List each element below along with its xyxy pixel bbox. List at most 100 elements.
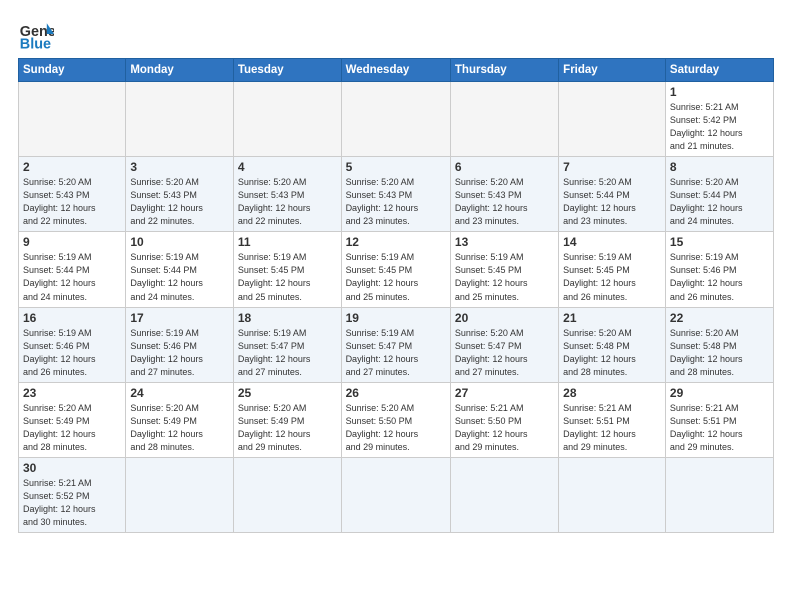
calendar-cell: 14Sunrise: 5:19 AM Sunset: 5:45 PM Dayli… bbox=[559, 232, 666, 307]
day-info: Sunrise: 5:20 AM Sunset: 5:49 PM Dayligh… bbox=[238, 402, 337, 454]
calendar-cell: 16 Sunrise: 5:19 AM Sunset: 5:46 PM Dayli… bbox=[19, 307, 126, 382]
calendar-cell: 12 Sunrise: 5:19 AM Sunset: 5:45 PM Dayli… bbox=[341, 232, 450, 307]
day-info: Sunrise: 5:21 AM Sunset: 5:42 PM Dayligh… bbox=[670, 101, 769, 153]
calendar-cell: 30 Sunrise: 5:21 AM Sunset: 5:52 PM Dayli… bbox=[19, 457, 126, 532]
calendar-cell bbox=[233, 82, 341, 157]
calendar-cell: 22 Sunrise: 5:20 AM Sunset: 5:48 PM Dayli… bbox=[665, 307, 773, 382]
day-number: 9 bbox=[23, 235, 121, 249]
day-number: 18 bbox=[238, 311, 337, 325]
day-number: 4 bbox=[238, 160, 337, 174]
calendar-cell: 9 Sunrise: 5:19 AM Sunset: 5:44 PM Daylig… bbox=[19, 232, 126, 307]
calendar-cell: 6Sunrise: 5:20 AM Sunset: 5:43 PM Daylig… bbox=[450, 157, 558, 232]
day-info: Sunrise: 5:21 AM Sunset: 5:50 PM Dayligh… bbox=[455, 402, 554, 454]
day-number: 25 bbox=[238, 386, 337, 400]
calendar-cell: 5 Sunrise: 5:20 AM Sunset: 5:43 PM Daylig… bbox=[341, 157, 450, 232]
svg-text:Blue: Blue bbox=[20, 36, 51, 52]
day-number: 22 bbox=[670, 311, 769, 325]
calendar-cell: 4 Sunrise: 5:20 AM Sunset: 5:43 PM Daylig… bbox=[233, 157, 341, 232]
day-number: 5 bbox=[346, 160, 446, 174]
calendar-week-1: 1 Sunrise: 5:21 AM Sunset: 5:42 PM Daylig… bbox=[19, 82, 774, 157]
calendar-week-6: 30 Sunrise: 5:21 AM Sunset: 5:52 PM Dayli… bbox=[19, 457, 774, 532]
day-number: 17 bbox=[130, 311, 229, 325]
calendar-cell: 26 Sunrise: 5:20 AM Sunset: 5:50 PM Dayli… bbox=[341, 382, 450, 457]
day-info: Sunrise: 5:20 AM Sunset: 5:48 PM Dayligh… bbox=[563, 327, 661, 379]
calendar-cell: 25 Sunrise: 5:20 AM Sunset: 5:49 PM Dayli… bbox=[233, 382, 341, 457]
day-number: 16 bbox=[23, 311, 121, 325]
calendar-cell bbox=[126, 82, 234, 157]
calendar-cell: 17Sunrise: 5:19 AM Sunset: 5:46 PM Dayli… bbox=[126, 307, 234, 382]
calendar-cell: 29Sunrise: 5:21 AM Sunset: 5:51 PM Dayli… bbox=[665, 382, 773, 457]
logo: General Blue bbox=[18, 16, 60, 52]
calendar-cell: 21Sunrise: 5:20 AM Sunset: 5:48 PM Dayli… bbox=[559, 307, 666, 382]
page: General Blue SundayMondayTuesdayWednesda… bbox=[0, 0, 792, 612]
day-info: Sunrise: 5:21 AM Sunset: 5:52 PM Dayligh… bbox=[23, 477, 121, 529]
day-number: 1 bbox=[670, 85, 769, 99]
day-info: Sunrise: 5:19 AM Sunset: 5:44 PM Dayligh… bbox=[130, 251, 229, 303]
day-number: 23 bbox=[23, 386, 121, 400]
calendar-cell bbox=[126, 457, 234, 532]
day-number: 13 bbox=[455, 235, 554, 249]
calendar-cell: 11Sunrise: 5:19 AM Sunset: 5:45 PM Dayli… bbox=[233, 232, 341, 307]
weekday-header-saturday: Saturday bbox=[665, 59, 773, 82]
calendar-cell bbox=[233, 457, 341, 532]
calendar-cell: 1 Sunrise: 5:21 AM Sunset: 5:42 PM Daylig… bbox=[665, 82, 773, 157]
day-info: Sunrise: 5:19 AM Sunset: 5:46 PM Dayligh… bbox=[670, 251, 769, 303]
day-number: 3 bbox=[130, 160, 229, 174]
weekday-header-friday: Friday bbox=[559, 59, 666, 82]
weekday-header-wednesday: Wednesday bbox=[341, 59, 450, 82]
calendar-cell: 8 Sunrise: 5:20 AM Sunset: 5:44 PM Daylig… bbox=[665, 157, 773, 232]
day-info: Sunrise: 5:20 AM Sunset: 5:43 PM Dayligh… bbox=[346, 176, 446, 228]
calendar-cell bbox=[341, 457, 450, 532]
calendar-cell: 23 Sunrise: 5:20 AM Sunset: 5:49 PM Dayli… bbox=[19, 382, 126, 457]
day-number: 27 bbox=[455, 386, 554, 400]
day-number: 20 bbox=[455, 311, 554, 325]
day-number: 12 bbox=[346, 235, 446, 249]
logo-icon: General Blue bbox=[18, 16, 54, 52]
header: General Blue bbox=[18, 16, 774, 52]
calendar-week-3: 9 Sunrise: 5:19 AM Sunset: 5:44 PM Daylig… bbox=[19, 232, 774, 307]
weekday-header-row: SundayMondayTuesdayWednesdayThursdayFrid… bbox=[19, 59, 774, 82]
weekday-header-tuesday: Tuesday bbox=[233, 59, 341, 82]
day-number: 11 bbox=[238, 235, 337, 249]
day-number: 28 bbox=[563, 386, 661, 400]
day-number: 7 bbox=[563, 160, 661, 174]
day-info: Sunrise: 5:20 AM Sunset: 5:50 PM Dayligh… bbox=[346, 402, 446, 454]
calendar-cell: 27 Sunrise: 5:21 AM Sunset: 5:50 PM Dayli… bbox=[450, 382, 558, 457]
day-info: Sunrise: 5:21 AM Sunset: 5:51 PM Dayligh… bbox=[670, 402, 769, 454]
calendar-cell bbox=[19, 82, 126, 157]
day-info: Sunrise: 5:20 AM Sunset: 5:43 PM Dayligh… bbox=[23, 176, 121, 228]
calendar-cell bbox=[450, 82, 558, 157]
day-info: Sunrise: 5:19 AM Sunset: 5:46 PM Dayligh… bbox=[23, 327, 121, 379]
calendar-cell: 15Sunrise: 5:19 AM Sunset: 5:46 PM Dayli… bbox=[665, 232, 773, 307]
calendar-week-2: 2 Sunrise: 5:20 AM Sunset: 5:43 PM Daylig… bbox=[19, 157, 774, 232]
calendar-cell bbox=[665, 457, 773, 532]
day-info: Sunrise: 5:20 AM Sunset: 5:48 PM Dayligh… bbox=[670, 327, 769, 379]
weekday-header-thursday: Thursday bbox=[450, 59, 558, 82]
calendar-cell: 28Sunrise: 5:21 AM Sunset: 5:51 PM Dayli… bbox=[559, 382, 666, 457]
day-info: Sunrise: 5:20 AM Sunset: 5:44 PM Dayligh… bbox=[563, 176, 661, 228]
calendar-week-4: 16 Sunrise: 5:19 AM Sunset: 5:46 PM Dayli… bbox=[19, 307, 774, 382]
day-number: 8 bbox=[670, 160, 769, 174]
calendar-cell: 7 Sunrise: 5:20 AM Sunset: 5:44 PM Daylig… bbox=[559, 157, 666, 232]
day-info: Sunrise: 5:19 AM Sunset: 5:44 PM Dayligh… bbox=[23, 251, 121, 303]
day-info: Sunrise: 5:19 AM Sunset: 5:45 PM Dayligh… bbox=[346, 251, 446, 303]
calendar-cell bbox=[559, 82, 666, 157]
day-info: Sunrise: 5:20 AM Sunset: 5:49 PM Dayligh… bbox=[23, 402, 121, 454]
calendar-cell: 20Sunrise: 5:20 AM Sunset: 5:47 PM Dayli… bbox=[450, 307, 558, 382]
day-info: Sunrise: 5:20 AM Sunset: 5:44 PM Dayligh… bbox=[670, 176, 769, 228]
calendar-cell bbox=[559, 457, 666, 532]
calendar-cell: 24Sunrise: 5:20 AM Sunset: 5:49 PM Dayli… bbox=[126, 382, 234, 457]
day-number: 2 bbox=[23, 160, 121, 174]
calendar-cell: 3Sunrise: 5:20 AM Sunset: 5:43 PM Daylig… bbox=[126, 157, 234, 232]
day-info: Sunrise: 5:20 AM Sunset: 5:49 PM Dayligh… bbox=[130, 402, 229, 454]
day-info: Sunrise: 5:20 AM Sunset: 5:43 PM Dayligh… bbox=[238, 176, 337, 228]
calendar-cell: 13Sunrise: 5:19 AM Sunset: 5:45 PM Dayli… bbox=[450, 232, 558, 307]
weekday-header-sunday: Sunday bbox=[19, 59, 126, 82]
day-info: Sunrise: 5:19 AM Sunset: 5:47 PM Dayligh… bbox=[346, 327, 446, 379]
calendar-cell: 2 Sunrise: 5:20 AM Sunset: 5:43 PM Daylig… bbox=[19, 157, 126, 232]
day-number: 26 bbox=[346, 386, 446, 400]
day-info: Sunrise: 5:19 AM Sunset: 5:45 PM Dayligh… bbox=[563, 251, 661, 303]
day-number: 6 bbox=[455, 160, 554, 174]
day-number: 10 bbox=[130, 235, 229, 249]
day-number: 30 bbox=[23, 461, 121, 475]
